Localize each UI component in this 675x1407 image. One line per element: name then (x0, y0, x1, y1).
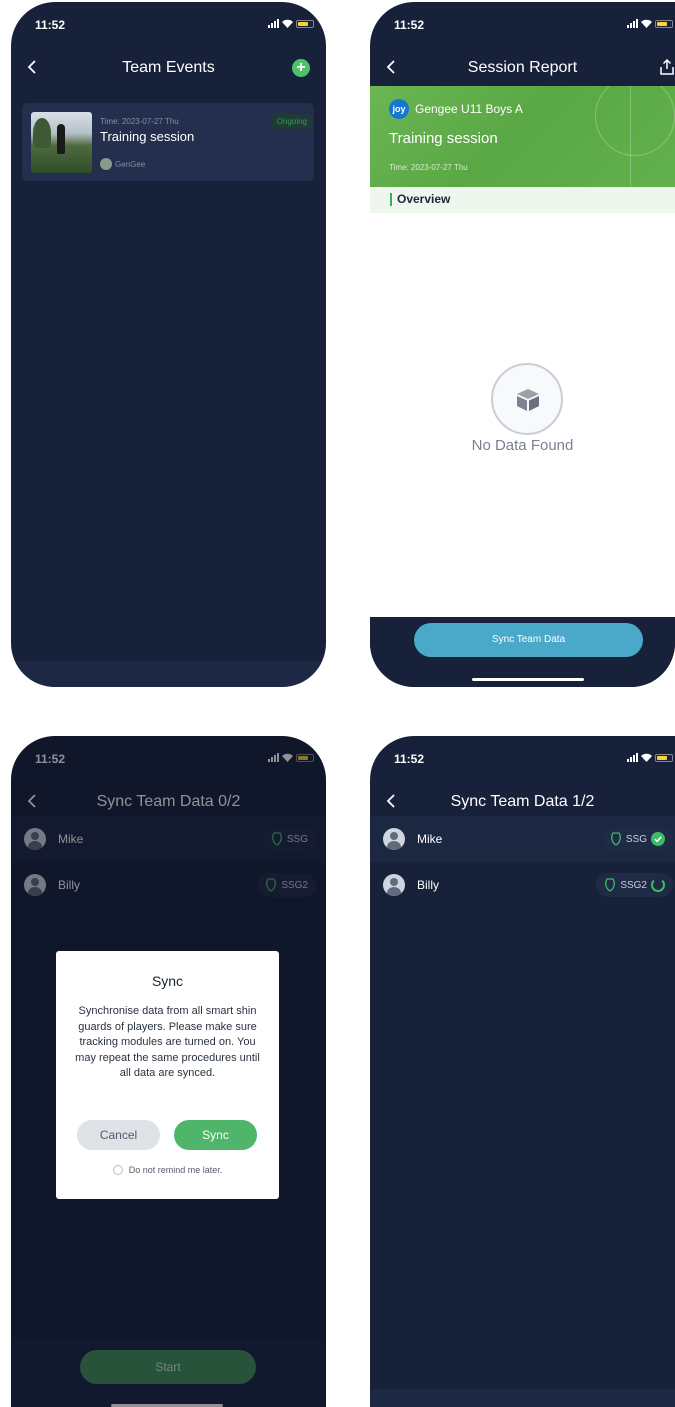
event-owner: GenGee (100, 158, 145, 170)
dialog-message: Synchronise data from all smart shin gua… (75, 1005, 260, 1079)
status-bar: 11:52 (370, 2, 675, 44)
navbar: Session Report (370, 44, 675, 92)
player-name: Mike (417, 832, 443, 846)
status-icons (627, 19, 673, 28)
empty-text: No Data Found (471, 437, 574, 454)
status-bar: 11:52 (11, 2, 326, 44)
check-icon (651, 832, 665, 846)
phone-sync-dialog: 11:52 Sync Team Data 0/2 Mike SSG Billy … (11, 736, 326, 1407)
avatar (100, 158, 112, 170)
shin-guard-icon (610, 832, 621, 846)
battery-icon (296, 19, 314, 28)
owner-name: GenGee (115, 159, 146, 169)
box-icon (517, 389, 539, 411)
empty-state (491, 363, 563, 435)
avatar (383, 828, 405, 850)
player-row: Mike SSG (370, 816, 675, 862)
status-badge: Ongoing (271, 114, 312, 129)
player-name: Billy (417, 878, 440, 892)
share-icon[interactable] (659, 58, 675, 76)
phone-team-events: 11:52 Team Events + Time: 2023-07-27 Thu… (11, 2, 326, 687)
battery-icon (655, 19, 673, 28)
loading-spinner-icon (651, 878, 665, 892)
device-name: SSG2 (620, 879, 647, 891)
dialog-title: Sync (151, 973, 184, 989)
page-title: Session Report (467, 59, 578, 76)
team-name: Gengee U11 Boys A (415, 102, 523, 116)
shin-guard-icon (605, 878, 616, 892)
section-header: Overview (370, 187, 675, 213)
event-thumbnail (31, 112, 92, 173)
wifi-icon (641, 19, 652, 28)
page-title: Sync Team Data 1/2 (450, 793, 595, 810)
session-banner: joy Gengee U11 Boys A Training session T… (370, 86, 675, 187)
cancel-button[interactable]: Cancel (77, 1120, 160, 1150)
footer: Sync Team Data (370, 617, 675, 687)
sync-button[interactable]: Sync (174, 1120, 257, 1150)
session-time: Time: 2023-07-27 Thu (389, 163, 468, 172)
status-icons (627, 753, 673, 762)
team-logo: joy (389, 99, 409, 119)
status-bar: 11:52 (370, 736, 675, 778)
device-tag: SSG (601, 827, 673, 851)
sync-team-data-button[interactable]: Sync Team Data (414, 623, 643, 657)
signal-icon (627, 19, 638, 28)
battery-icon (655, 753, 673, 762)
event-title: Training session (100, 129, 195, 144)
session-title: Training session (389, 130, 498, 147)
phone-session-report: 11:52 Session Report joy Gengee U11 Boys… (370, 2, 675, 687)
section-title: Overview (390, 193, 450, 206)
home-indicator (472, 678, 584, 681)
phone-sync-progress: 11:52 Sync Team Data 1/2 Mike SSG Billy … (370, 736, 675, 1407)
plus-icon[interactable]: + (292, 59, 310, 77)
status-time: 11:52 (394, 18, 425, 32)
bottom-bar (370, 1389, 675, 1407)
report-body: No Data Found (370, 213, 675, 617)
player-row: Billy SSG2 (370, 862, 675, 908)
event-card[interactable]: Time: 2023-07-27 Thu Training session Ge… (22, 103, 314, 181)
remind-checkbox-row[interactable]: Do not remind me later. (56, 1165, 279, 1175)
page-title: Team Events (122, 59, 215, 76)
wifi-icon (641, 753, 652, 762)
remind-radio[interactable] (112, 1165, 123, 1175)
signal-icon (627, 753, 638, 762)
sync-dialog: Sync Synchronise data from all smart shi… (56, 951, 279, 1199)
bottom-bar (11, 661, 326, 687)
device-tag: SSG2 (596, 873, 673, 897)
status-time: 11:52 (35, 18, 66, 32)
status-time: 11:52 (394, 752, 425, 766)
signal-icon (268, 19, 279, 28)
avatar (383, 874, 405, 896)
event-time: Time: 2023-07-27 Thu (100, 117, 179, 126)
status-icons (268, 19, 314, 28)
remind-label: Do not remind me later. (128, 1165, 223, 1175)
device-name: SSG (625, 833, 647, 845)
navbar: Team Events + (11, 44, 326, 92)
wifi-icon (282, 19, 293, 28)
